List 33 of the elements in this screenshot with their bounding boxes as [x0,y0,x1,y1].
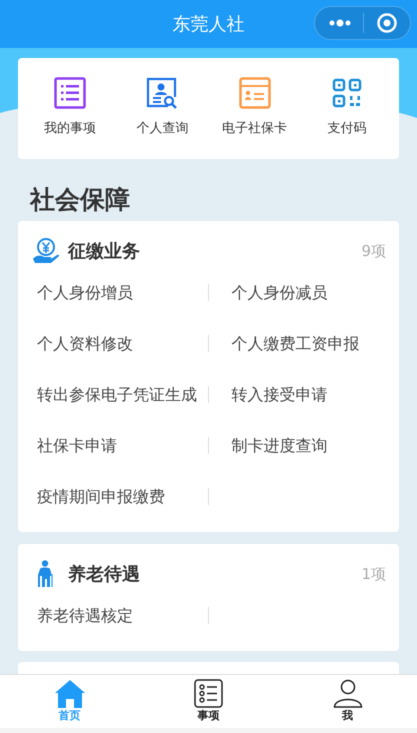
service-link[interactable]: 个人资料修改 [37,332,133,356]
group-title: 养老待遇 [68,562,140,586]
service-link[interactable]: 制卡进度查询 [232,434,328,458]
qr-code-icon [332,78,362,108]
service-link[interactable]: 个人身份减员 [232,280,328,304]
group-title: 征缴业务 [68,240,140,264]
profile-search-icon [146,77,178,109]
service-link[interactable]: 转出参保电子凭证生成 [37,382,197,406]
yuan-hand-icon [33,238,59,264]
tab-item[interactable]: 我 [278,675,417,728]
service-link[interactable]: 转入接受申请 [232,382,328,406]
id-card-icon [238,77,271,109]
more-icon[interactable] [329,19,351,27]
action-label[interactable]: 电子社保卡 [222,119,288,138]
page-title: 东莞人社 [172,12,244,36]
elderly-person-icon [36,560,56,588]
tab-item[interactable]: 事项 [139,675,278,728]
service-link[interactable]: 疫情期间申报缴费 [37,484,165,508]
service-link[interactable]: 养老待遇核定 [37,604,133,628]
item-count: 1项 [361,564,386,585]
action-label[interactable]: 支付码 [327,119,366,138]
action-label[interactable]: 我的事项 [44,119,96,138]
service-link[interactable]: 社保卡申请 [37,434,117,458]
home-icon [54,679,84,708]
action-label[interactable]: 个人查询 [136,119,188,138]
section-title: 社会保障 [30,184,131,216]
list-icon [54,77,86,109]
service-link[interactable]: 个人缴费工资申报 [232,332,360,356]
capsule-menu[interactable] [314,6,411,40]
service-link[interactable]: 个人身份增员 [37,280,133,304]
item-count: 9项 [361,240,386,262]
list-icon [194,679,223,708]
user-icon [332,679,362,708]
